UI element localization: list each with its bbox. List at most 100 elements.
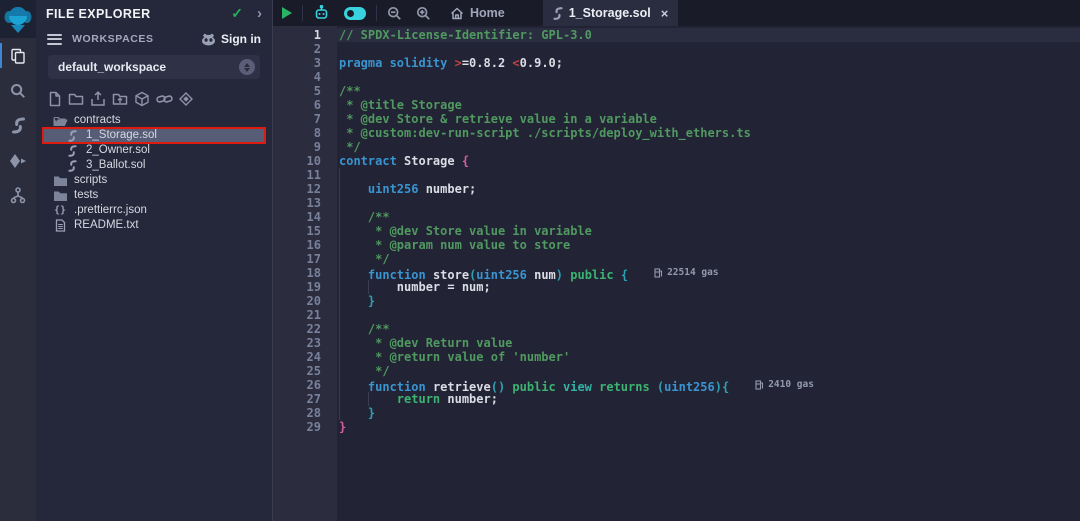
tree-item-readme-txt[interactable]: README.txt — [36, 218, 272, 233]
tree-item-label: .prettierrc.json — [74, 203, 147, 218]
folder-icon — [52, 190, 68, 202]
file-icon — [52, 219, 68, 232]
line-number: 23 — [307, 336, 321, 350]
line-number: 24 — [307, 350, 321, 364]
code-line-14: /** — [339, 210, 1080, 224]
line-number: 11 — [307, 168, 321, 182]
line-number: 10 — [307, 154, 321, 168]
code-editor[interactable]: 1234567891011121314151617181920212223242… — [273, 26, 1080, 521]
line-number: 17 — [307, 252, 321, 266]
solidity-icon — [64, 145, 80, 157]
tab-1-storage-sol[interactable]: 1_Storage.sol × — [543, 0, 679, 26]
code-line-21 — [339, 308, 1080, 322]
tree-item--prettierrc-json[interactable]: {} .prettierrc.json — [36, 203, 272, 218]
run-script-button[interactable] — [273, 0, 299, 26]
line-number: 21 — [307, 308, 321, 322]
line-number: 12 — [307, 182, 321, 196]
line-number: 9 — [314, 140, 321, 154]
code-line-29: } — [339, 420, 1080, 434]
diamond-icon[interactable] — [179, 92, 193, 106]
solidity-compiler-icon[interactable] — [0, 108, 36, 143]
tree-item-label: 3_Ballot.sol — [86, 158, 145, 173]
new-file-icon[interactable] — [48, 91, 62, 107]
code-line-6: * @title Storage — [339, 98, 1080, 112]
line-number: 26 — [307, 378, 321, 392]
code-line-12: uint256 number; — [339, 182, 1080, 196]
cube-icon[interactable] — [134, 91, 150, 107]
editor-area: Home 1_Storage.sol × 1234567891011121314… — [273, 0, 1080, 521]
file-toolbar — [36, 79, 272, 111]
tab-label: 1_Storage.sol — [569, 6, 651, 20]
tree-item-3-ballot-sol[interactable]: 3_Ballot.sol — [36, 158, 272, 173]
code-line-15: * @dev Store value in variable — [339, 224, 1080, 238]
separator — [376, 5, 377, 21]
code-line-23: * @dev Return value — [339, 336, 1080, 350]
new-folder-icon[interactable] — [68, 92, 84, 106]
folder-open-icon — [52, 115, 68, 127]
check-icon[interactable]: ✓ — [231, 5, 243, 22]
file-explorer-icon[interactable] — [0, 38, 36, 73]
chevron-right-icon[interactable]: › — [257, 6, 262, 21]
line-number: 20 — [307, 294, 321, 308]
line-number: 7 — [314, 112, 321, 126]
json-icon: {} — [52, 203, 68, 218]
hamburger-menu-icon[interactable] — [47, 31, 62, 47]
code-line-1: // SPDX-License-Identifier: GPL-3.0 — [339, 28, 1080, 42]
tree-item-scripts[interactable]: scripts — [36, 173, 272, 188]
code-line-2 — [339, 42, 1080, 56]
tree-item-label: contracts — [74, 113, 121, 128]
sign-in-label: Sign in — [221, 32, 261, 46]
home-icon — [450, 7, 464, 20]
upload-file-icon[interactable] — [90, 91, 106, 107]
activity-bar — [0, 0, 36, 521]
separator — [302, 5, 303, 21]
tree-item-label: README.txt — [74, 218, 139, 233]
code-line-28: } — [339, 406, 1080, 420]
search-icon[interactable] — [0, 73, 36, 108]
github-icon — [201, 33, 216, 46]
panel-title: FILE EXPLORER — [46, 7, 231, 21]
git-icon[interactable] — [0, 178, 36, 213]
line-number: 1 — [314, 28, 321, 42]
solidity-icon — [64, 130, 80, 142]
tree-item-label: 1_Storage.sol — [86, 128, 157, 143]
tree-item-contracts[interactable]: contracts — [36, 113, 272, 128]
workspaces-row: WORKSPACES Sign in — [36, 30, 272, 48]
tree-item-label: scripts — [74, 173, 107, 188]
tree-item-label: 2_Owner.sol — [86, 143, 150, 158]
upload-folder-icon[interactable] — [112, 92, 128, 106]
code-line-13 — [339, 196, 1080, 210]
tab-close-icon[interactable]: × — [661, 6, 669, 21]
tree-item-1-storage-sol[interactable]: 1_Storage.sol — [43, 128, 265, 143]
workspace-name: default_workspace — [58, 60, 239, 74]
workspace-select[interactable]: default_workspace — [48, 55, 260, 79]
solidity-icon — [553, 7, 563, 20]
code-line-27: return number; — [339, 392, 1080, 406]
line-number: 15 — [307, 224, 321, 238]
deploy-run-icon[interactable] — [0, 143, 36, 178]
line-number: 19 — [307, 280, 321, 294]
code-line-16: * @param num value to store — [339, 238, 1080, 252]
code-line-24: * @return value of 'number' — [339, 350, 1080, 364]
tab-home[interactable]: Home — [438, 0, 517, 26]
sign-in-button[interactable]: Sign in — [201, 32, 261, 46]
code-line-25: */ — [339, 364, 1080, 378]
line-number: 13 — [307, 196, 321, 210]
code-line-7: * @dev Store & retrieve value in a varia… — [339, 112, 1080, 126]
zoom-in-icon[interactable] — [409, 0, 438, 26]
copilot-toggle[interactable] — [337, 0, 373, 26]
tree-item-tests[interactable]: tests — [36, 188, 272, 203]
gas-estimate: 2410 gas — [755, 378, 814, 392]
line-number: 4 — [314, 70, 321, 84]
ai-copilot-icon[interactable] — [306, 0, 337, 26]
line-number: 25 — [307, 364, 321, 378]
zoom-out-icon[interactable] — [380, 0, 409, 26]
code-line-20: } — [339, 294, 1080, 308]
remix-logo[interactable] — [0, 0, 36, 38]
tree-item-2-owner-sol[interactable]: 2_Owner.sol — [36, 143, 272, 158]
code-line-10: contract Storage { — [339, 154, 1080, 168]
link-icon[interactable] — [156, 92, 173, 106]
line-number: 27 — [307, 392, 321, 406]
line-number: 3 — [314, 56, 321, 70]
code-line-19: number = num; — [339, 280, 1080, 294]
